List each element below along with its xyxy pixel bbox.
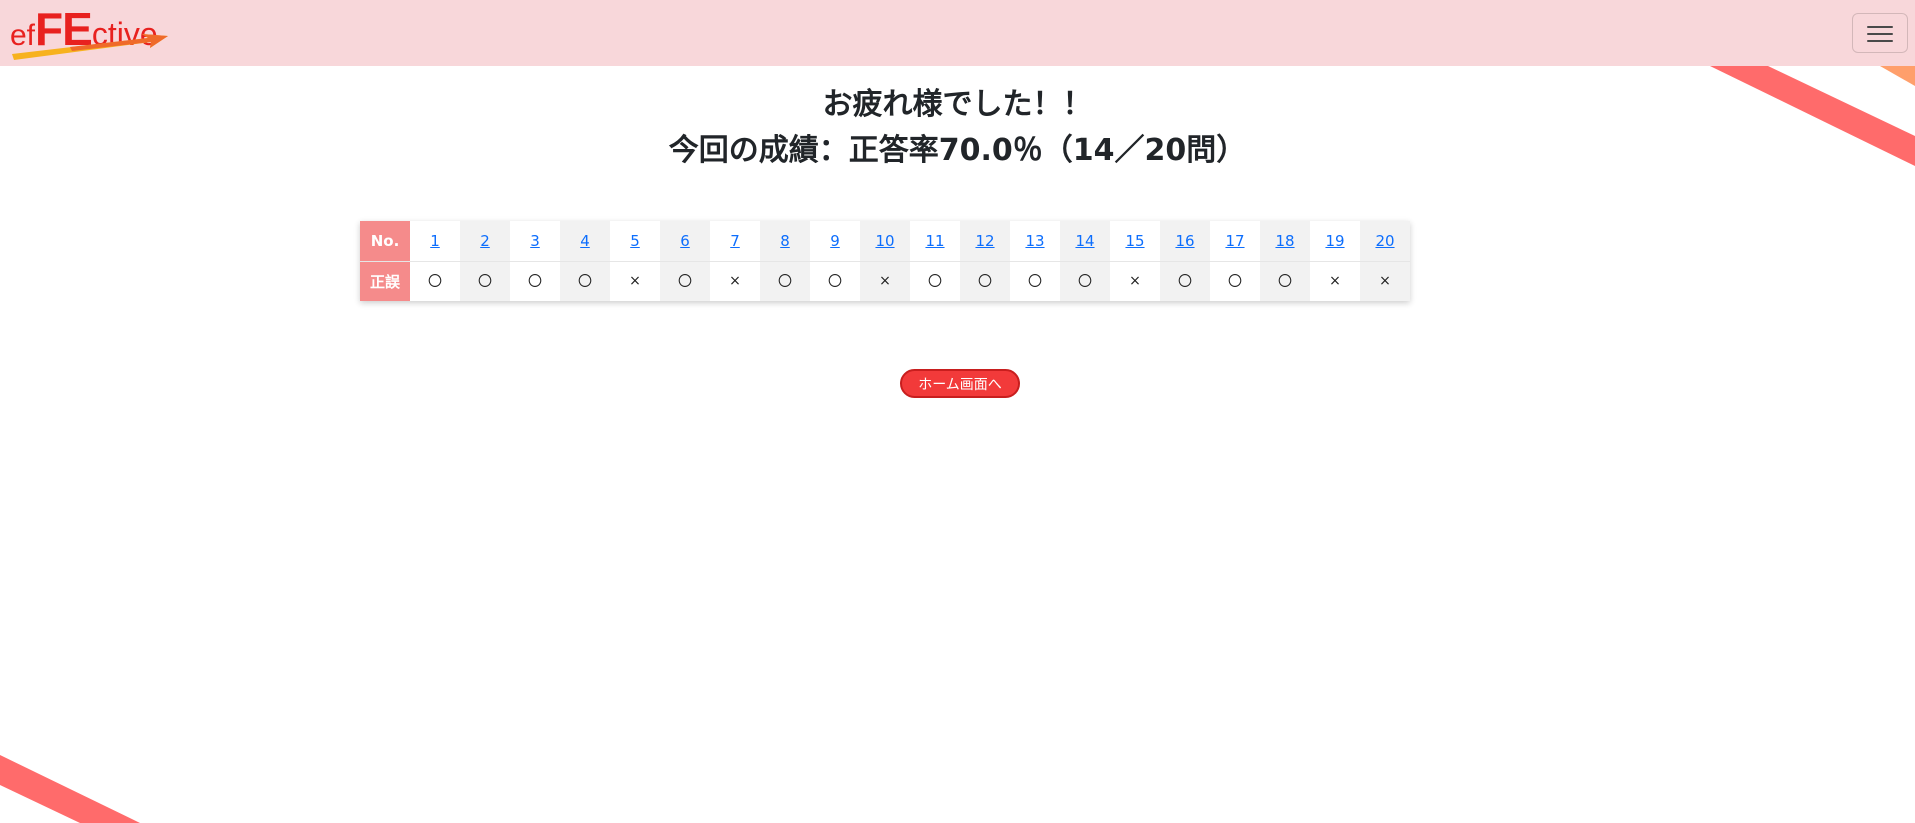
question-link[interactable]: 20 (1375, 232, 1394, 250)
question-link[interactable]: 14 (1075, 232, 1094, 250)
question-link[interactable]: 8 (780, 232, 790, 250)
question-number-row: No. 1 2 3 4 5 6 7 8 9 10 11 12 13 14 15 16 17 18 19 20 (360, 221, 1410, 262)
correctness-mark: 〇 (428, 274, 442, 291)
correctness-mark: 〇 (660, 261, 710, 301)
question-link[interactable]: 11 (925, 232, 944, 250)
question-link[interactable]: 3 (530, 232, 540, 250)
question-number-cell: 1 (410, 221, 460, 262)
correctness-mark: 〇 (928, 274, 942, 291)
question-link[interactable]: 4 (580, 232, 590, 250)
logo-arrow-icon (12, 34, 168, 60)
results-table: No. 1 2 3 4 5 6 7 8 9 10 11 12 13 14 15 16 17 18 19 20 正誤 〇… (360, 221, 1410, 301)
question-number-cell: 18 (1260, 221, 1310, 262)
correctness-mark: 〇 (1160, 261, 1210, 301)
question-number-cell: 9 (810, 221, 860, 262)
question-link[interactable]: 7 (730, 232, 740, 250)
correctness-mark: 〇 (760, 261, 810, 301)
question-link[interactable]: 19 (1325, 232, 1344, 250)
question-number-cell: 13 (1010, 221, 1060, 262)
correctness-mark: 〇 (460, 261, 510, 301)
brand-logo[interactable]: efFEctive (10, 2, 170, 62)
navbar: efFEctive (0, 0, 1915, 66)
correctness-mark: 〇 (528, 274, 542, 291)
question-link[interactable]: 9 (830, 232, 840, 250)
decorative-stripe-bottom-left (0, 755, 140, 823)
question-number-cell: 7 (710, 221, 760, 262)
question-link[interactable]: 13 (1025, 232, 1044, 250)
question-number-cell: 19 (1310, 221, 1360, 262)
question-number-cell: 6 (660, 221, 710, 262)
score-summary: 今回の成績：正答率70.0％（14／20問） (668, 133, 1247, 168)
result-heading: お疲れ様でした！！ 今回の成績：正答率70.0％（14／20問） (0, 82, 1915, 174)
question-link[interactable]: 2 (480, 232, 490, 250)
question-number-cell: 5 (610, 221, 660, 262)
correctness-mark: 〇 (1028, 274, 1042, 291)
thanks-message: お疲れ様でした！！ (822, 87, 1093, 122)
question-number-cell: 15 (1110, 221, 1160, 262)
home-button[interactable]: ホーム画面へ (900, 369, 1020, 398)
question-number-cell: 4 (560, 221, 610, 262)
correctness-mark: × (1360, 261, 1410, 301)
question-number-cell: 8 (760, 221, 810, 262)
correctness-mark: 〇 (1260, 261, 1310, 301)
correctness-row: 正誤 〇 〇 〇 〇 × 〇 × 〇 〇 × 〇 〇 〇 〇 × 〇 〇 〇 × × (360, 261, 1410, 301)
navbar-toggle-button[interactable] (1852, 13, 1908, 53)
question-number-cell: 17 (1210, 221, 1260, 262)
correctness-mark: × (729, 273, 741, 290)
question-link[interactable]: 10 (875, 232, 894, 250)
correctness-mark: × (1329, 273, 1341, 290)
question-link[interactable]: 17 (1225, 232, 1244, 250)
question-number-cell: 12 (960, 221, 1010, 262)
question-link[interactable]: 16 (1175, 232, 1194, 250)
question-number-cell: 16 (1160, 221, 1210, 262)
result-header: 正誤 (360, 261, 410, 301)
correctness-mark: 〇 (560, 261, 610, 301)
question-link[interactable]: 12 (975, 232, 994, 250)
question-number-cell: 11 (910, 221, 960, 262)
correctness-mark: 〇 (828, 274, 842, 291)
question-link[interactable]: 1 (430, 232, 440, 250)
no-header: No. (360, 221, 410, 262)
question-link[interactable]: 5 (630, 232, 640, 250)
correctness-mark: × (1129, 273, 1141, 290)
correctness-mark: × (860, 261, 910, 301)
correctness-mark: 〇 (960, 261, 1010, 301)
question-link[interactable]: 15 (1125, 232, 1144, 250)
question-number-cell: 10 (860, 221, 910, 262)
question-number-cell: 14 (1060, 221, 1110, 262)
question-link[interactable]: 18 (1275, 232, 1294, 250)
correctness-mark: 〇 (1228, 274, 1242, 291)
correctness-mark: 〇 (1060, 261, 1110, 301)
question-number-cell: 20 (1360, 221, 1410, 262)
question-link[interactable]: 6 (680, 232, 690, 250)
question-number-cell: 2 (460, 221, 510, 262)
question-number-cell: 3 (510, 221, 560, 262)
correctness-mark: × (629, 273, 641, 290)
